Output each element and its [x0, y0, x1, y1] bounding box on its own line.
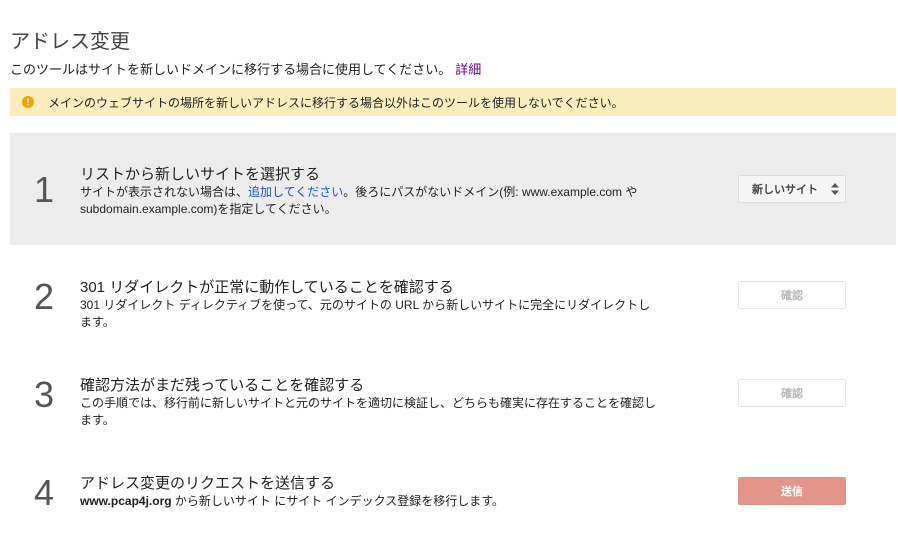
details-link[interactable]: 詳細: [455, 62, 481, 77]
warning-icon: !: [22, 96, 34, 108]
updown-icon: [831, 183, 839, 195]
verify-redirect-button[interactable]: 確認: [738, 281, 846, 309]
page-title: アドレス変更: [10, 31, 130, 54]
step-title: アドレス変更のリクエストを送信する: [80, 475, 336, 492]
intro-description: このツールはサイトを新しいドメインに移行する場合に使用してください。: [10, 62, 452, 77]
step-title: リストから新しいサイトを選択する: [80, 166, 321, 183]
site-url: www.pcap4j.org: [80, 494, 172, 508]
step-description-text: サイトが表示されない場合は、: [80, 185, 249, 199]
step-number: 2: [34, 276, 55, 317]
add-site-link[interactable]: 追加してください: [248, 185, 343, 199]
step-3-verify-methods: 3 確認方法がまだ残っていることを確認する この手順では、移行前に新しいサイトと…: [10, 360, 896, 440]
step-title: 確認方法がまだ残っていることを確認する: [80, 377, 365, 394]
step-description-text: から新しいサイト にサイト インデックス登録を移行します。: [171, 494, 505, 508]
step-number: 3: [34, 374, 55, 415]
new-site-dropdown[interactable]: 新しいサイト: [738, 175, 846, 203]
warning-banner: ! メインのウェブサイトの場所を新しいアドレスに移行する場合以外はこのツールを使…: [10, 88, 896, 116]
warning-text: メインのウェブサイトの場所を新しいアドレスに移行する場合以外はこのツールを使用し…: [48, 95, 624, 110]
new-site-dropdown-label: 新しいサイト: [752, 184, 818, 196]
step-number: 4: [34, 472, 55, 513]
step-4-submit-request: 4 アドレス変更のリクエストを送信する www.pcap4j.org から新しい…: [10, 458, 896, 528]
step-1-select-site: 1 リストから新しいサイトを選択する サイトが表示されない場合は、追加してくださ…: [10, 133, 896, 245]
step-number: 1: [34, 169, 55, 210]
step-2-verify-redirect: 2 301 リダイレクトが正常に動作していることを確認する 301 リダイレクト…: [10, 262, 896, 342]
submit-button[interactable]: 送信: [738, 477, 846, 505]
step-title: 301 リダイレクトが正常に動作していることを確認する: [80, 279, 454, 296]
verify-methods-button[interactable]: 確認: [738, 379, 846, 407]
step-description: この手順では、移行前に新しいサイトと元のサイトを適切に検証し、どちらも確実に存在…: [80, 396, 657, 427]
intro-text: このツールはサイトを新しいドメインに移行する場合に使用してください。 詳細: [10, 59, 481, 78]
step-description: サイトが表示されない場合は、追加してください。後ろにパスがないドメイン(例: w…: [80, 184, 660, 218]
step-description: www.pcap4j.org から新しいサイト にサイト インデックス登録を移行…: [80, 493, 660, 510]
step-description: 301 リダイレクト ディレクティブを使って、元のサイトの URL から新しいサ…: [80, 298, 651, 329]
